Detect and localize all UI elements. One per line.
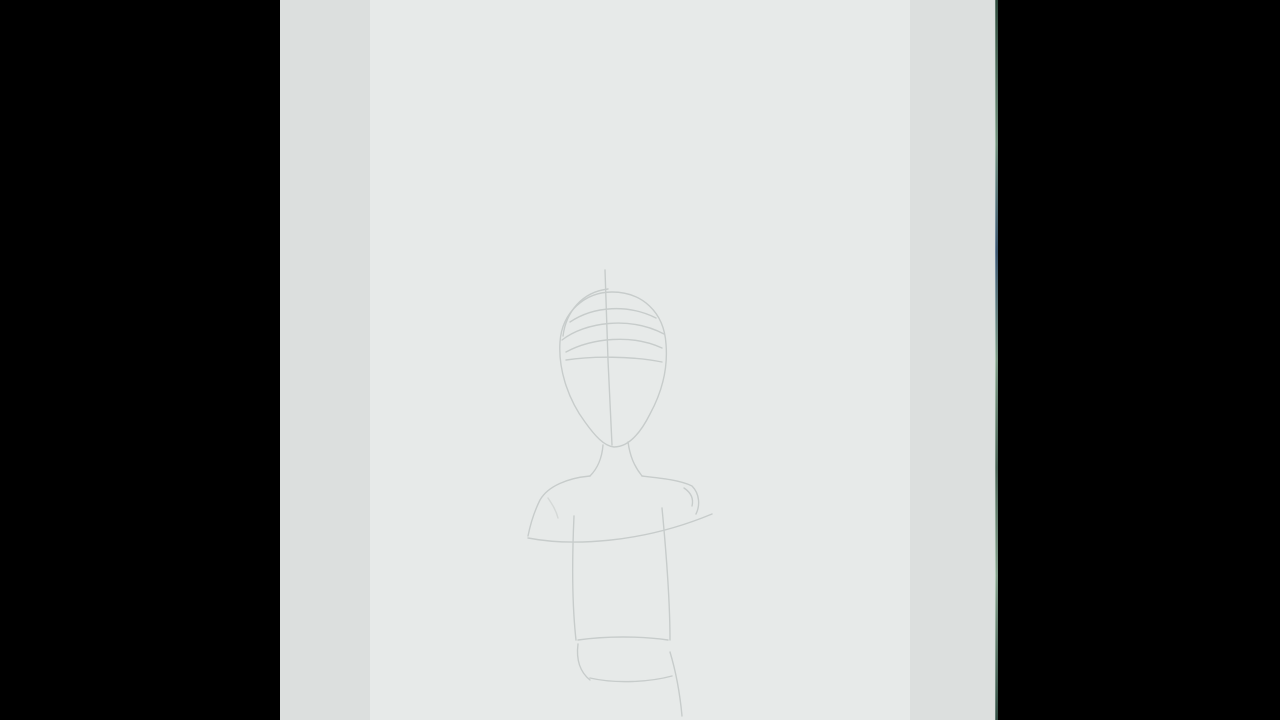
edge-artifact	[995, 0, 998, 720]
video-stage	[0, 0, 1280, 720]
drawing-canvas	[370, 0, 910, 720]
